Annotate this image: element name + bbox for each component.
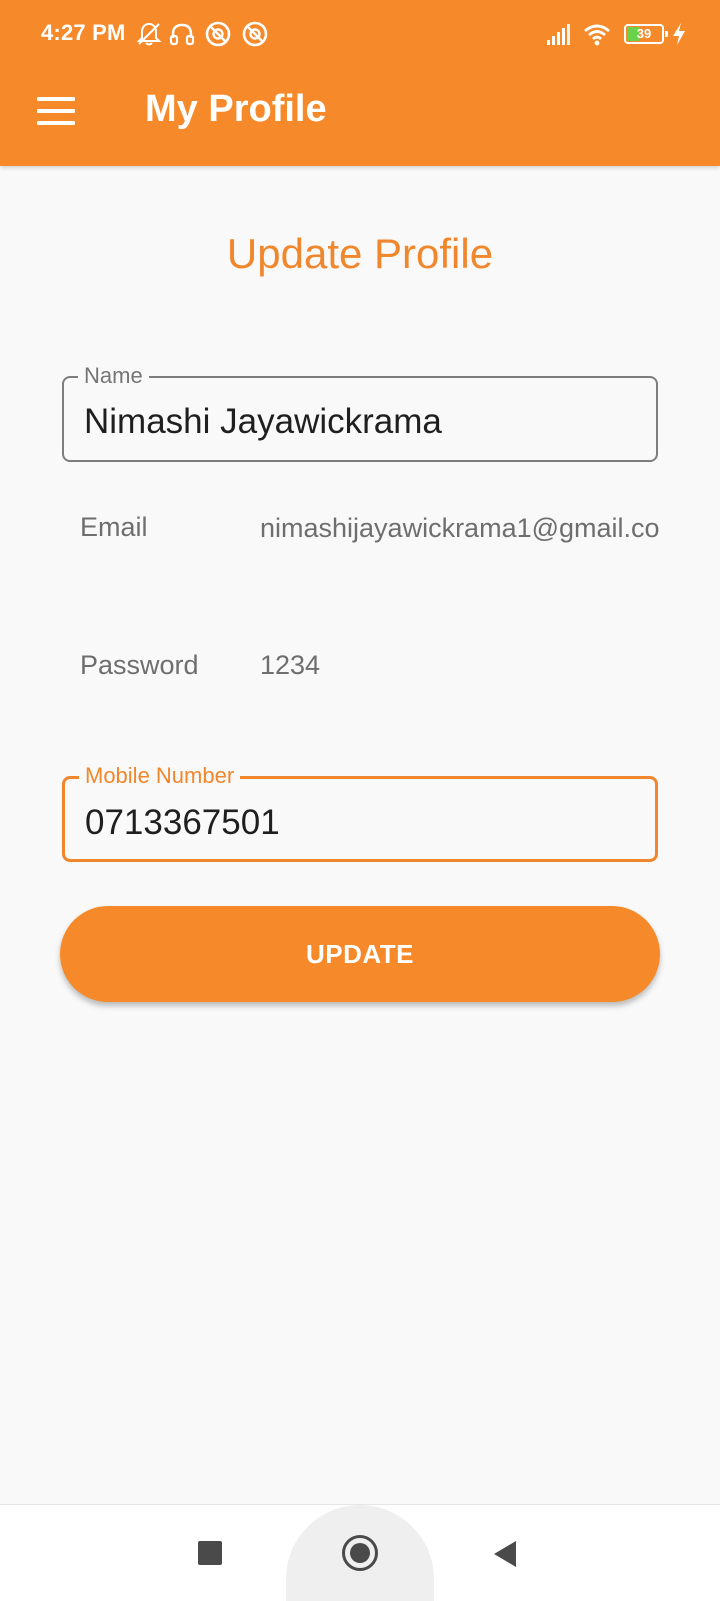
form-heading: Update Profile [226,230,494,277]
email-value: nimashijayawickrama1@gmail.com [260,513,660,543]
name-label: Name [78,363,149,389]
battery-icon: 39 [624,24,668,44]
muted-bell-icon [136,22,162,46]
headset-icon [169,23,195,46]
circle-a-icon [242,21,268,47]
charging-icon [673,23,685,45]
name-input[interactable] [84,400,634,444]
email-label: Email [80,512,148,542]
page-title: My Profile [145,88,327,130]
signal-icon [547,24,570,45]
wifi-icon [584,24,610,46]
app-bar: 4:27 PM 39 My Profile [0,0,720,166]
battery-level: 39 [636,26,652,41]
update-button[interactable]: UPDATE [60,906,660,1002]
status-time: 4:27 PM [41,20,126,45]
circle-a-icon [205,21,231,47]
mobile-number-field[interactable]: Mobile Number [62,763,658,862]
password-value: 1234 [260,650,321,680]
home-circle-icon[interactable] [342,1535,378,1571]
status-bar: 4:27 PM 39 [0,0,720,70]
recents-square-icon[interactable] [198,1541,222,1565]
system-nav-bar [0,1504,720,1601]
mobile-number-input[interactable] [85,801,635,845]
name-field[interactable]: Name [62,363,658,462]
password-label: Password [80,650,199,680]
hamburger-menu-icon[interactable] [26,86,86,136]
mobile-number-label: Mobile Number [79,763,241,789]
back-triangle-icon[interactable] [494,1541,516,1567]
